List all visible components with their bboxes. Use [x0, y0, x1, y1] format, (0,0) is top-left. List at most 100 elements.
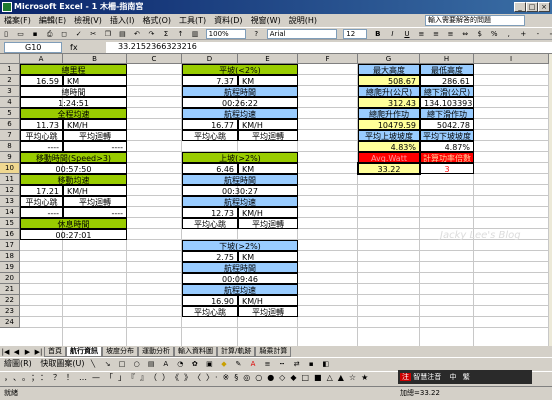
- textbox-icon[interactable]: ▤: [146, 359, 156, 369]
- sheet-tab[interactable]: 騎乘計算: [255, 347, 292, 357]
- cell-d9[interactable]: 上坡(>2%): [182, 152, 298, 163]
- cell-d11[interactable]: 航程時間: [182, 174, 298, 185]
- cell-g2[interactable]: 508.67: [358, 75, 420, 86]
- cell-d14v[interactable]: 12.73: [182, 207, 238, 218]
- row-header[interactable]: 4: [0, 97, 20, 108]
- diagram-icon[interactable]: ◔: [175, 359, 185, 369]
- cell-a13b[interactable]: 平均迴轉: [63, 196, 127, 207]
- decimal-up-icon[interactable]: +: [518, 29, 528, 39]
- cell-a6v[interactable]: 11.73: [20, 119, 63, 130]
- zoom-select[interactable]: 100%: [205, 29, 246, 39]
- italic-icon[interactable]: I: [387, 29, 397, 39]
- indent-icon[interactable]: ⇥: [547, 29, 552, 39]
- select-all-corner[interactable]: [0, 54, 20, 64]
- cell-h2[interactable]: 286.61: [420, 75, 474, 86]
- row-header[interactable]: 18: [0, 251, 20, 262]
- cell-g4[interactable]: 312.43: [358, 97, 420, 108]
- row-header[interactable]: 14: [0, 207, 20, 218]
- cell-d19[interactable]: 航程時間: [182, 262, 298, 273]
- cell-d22v[interactable]: 16.90: [182, 295, 238, 306]
- copy-icon[interactable]: ❐: [103, 29, 113, 39]
- new-icon[interactable]: ▯: [1, 29, 11, 39]
- font-size-select[interactable]: 12: [343, 29, 368, 39]
- autosum-icon[interactable]: Σ: [161, 29, 171, 39]
- help-search-box[interactable]: 輸入需要解答的問題: [425, 15, 525, 26]
- column-header[interactable]: B: [63, 54, 127, 64]
- row-header[interactable]: 17: [0, 240, 20, 251]
- cell-h6[interactable]: 5042.78: [420, 119, 474, 130]
- cell-a14b[interactable]: ----: [63, 207, 127, 218]
- ime-mode[interactable]: 中: [449, 373, 456, 381]
- cell-a3[interactable]: 總時間: [20, 86, 127, 97]
- chart-icon[interactable]: ▥: [190, 29, 200, 39]
- menu-item-7[interactable]: 視窗(W): [247, 14, 285, 27]
- menu-item-2[interactable]: 檢視(V): [70, 14, 106, 27]
- cell-d17[interactable]: 下坡(>2%): [182, 240, 298, 251]
- cell-d23b[interactable]: 平均迴轉: [238, 306, 298, 317]
- row-header[interactable]: 21: [0, 284, 20, 295]
- column-header[interactable]: A: [20, 54, 63, 64]
- cell-a8b[interactable]: ----: [63, 141, 127, 152]
- cell-d15a[interactable]: 平均心跳: [182, 218, 238, 229]
- row-header[interactable]: 24: [0, 317, 20, 328]
- cell-h8[interactable]: 4.87%: [420, 141, 474, 152]
- row-header[interactable]: 9: [0, 152, 20, 163]
- underline-icon[interactable]: U: [402, 29, 412, 39]
- cell-d21[interactable]: 航程均速: [182, 284, 298, 295]
- ime-bar[interactable]: 注 智慧注音 中 繁: [398, 370, 532, 384]
- cell-a7b[interactable]: 平均迴轉: [63, 130, 127, 141]
- arrow-style-icon[interactable]: ⇄: [292, 359, 302, 369]
- cell-a12v[interactable]: 17.21: [20, 185, 63, 196]
- cell-a4[interactable]: 1:24:51: [20, 97, 127, 108]
- cell-d22u[interactable]: KM/H: [238, 295, 298, 306]
- cell-d5[interactable]: 航程均速: [182, 108, 298, 119]
- sheet-tab[interactable]: 坡度分布: [102, 347, 138, 357]
- cell-d3[interactable]: 航程時間: [182, 86, 298, 97]
- row-header[interactable]: 11: [0, 174, 20, 185]
- cell-a5[interactable]: 全程均速: [20, 108, 127, 119]
- row-header[interactable]: 13: [0, 196, 20, 207]
- menu-item-3[interactable]: 插入(I): [106, 14, 139, 27]
- row-header[interactable]: 7: [0, 130, 20, 141]
- arrow-icon[interactable]: ↘: [103, 359, 113, 369]
- excel-app-icon[interactable]: [2, 2, 12, 12]
- worksheet-grid[interactable]: A B C D E F G H I 1 2 3 4 5 6 7 8 9 10 11 12 13 14 15 16 17 18 19 20…: [0, 54, 549, 346]
- picture-icon[interactable]: ▣: [204, 359, 214, 369]
- cell-d7b[interactable]: 平均迴轉: [238, 130, 298, 141]
- cell-d6u[interactable]: KM/H: [238, 119, 298, 130]
- row-header[interactable]: 23: [0, 306, 20, 317]
- column-header[interactable]: H: [420, 54, 474, 64]
- cell-d14u[interactable]: KM/H: [238, 207, 298, 218]
- line-color-icon[interactable]: ✎: [233, 359, 243, 369]
- cell-h1[interactable]: 最低高度: [420, 64, 474, 75]
- cell-d10u[interactable]: KM: [238, 163, 298, 174]
- row-header[interactable]: 22: [0, 295, 20, 306]
- sheet-tab[interactable]: 計算/軌跡: [217, 347, 256, 357]
- shadow-icon[interactable]: ▪: [306, 359, 316, 369]
- cut-icon[interactable]: ✂: [88, 29, 98, 39]
- draw-fill-icon[interactable]: ◆: [219, 359, 229, 369]
- merge-icon[interactable]: ⇔: [460, 29, 470, 39]
- comma-icon[interactable]: ,: [504, 29, 514, 39]
- minimize-button[interactable]: _: [514, 2, 526, 12]
- symbol-icons[interactable]: ，、。；：？！…—「」『』（）《》〈〉‧※§◎○●◇◆□■△▲☆★: [4, 373, 373, 382]
- column-header[interactable]: I: [474, 54, 549, 64]
- spell-icon[interactable]: ✓: [74, 29, 84, 39]
- align-left-icon[interactable]: ≡: [416, 29, 426, 39]
- cell-a9[interactable]: 移動時間(Speed>3): [20, 152, 127, 163]
- cell-d2u[interactable]: KM: [238, 75, 298, 86]
- cell-g3[interactable]: 總爬升(公尺): [358, 86, 420, 97]
- cell-g7[interactable]: 平均上坡坡度: [358, 130, 420, 141]
- ime-punct[interactable]: 繁: [463, 373, 470, 381]
- clipart-icon[interactable]: ✿: [190, 359, 200, 369]
- sort-asc-icon[interactable]: ↑: [176, 29, 186, 39]
- menu-item-8[interactable]: 說明(H): [285, 14, 321, 27]
- row-header[interactable]: 5: [0, 108, 20, 119]
- next-sheet-icon[interactable]: ▶: [23, 347, 32, 357]
- open-icon[interactable]: ▭: [16, 29, 26, 39]
- row-header[interactable]: 10: [0, 163, 20, 174]
- row-header[interactable]: 20: [0, 273, 20, 284]
- column-header[interactable]: F: [298, 54, 358, 64]
- rectangle-icon[interactable]: □: [117, 359, 127, 369]
- cell-a8a[interactable]: ----: [20, 141, 63, 152]
